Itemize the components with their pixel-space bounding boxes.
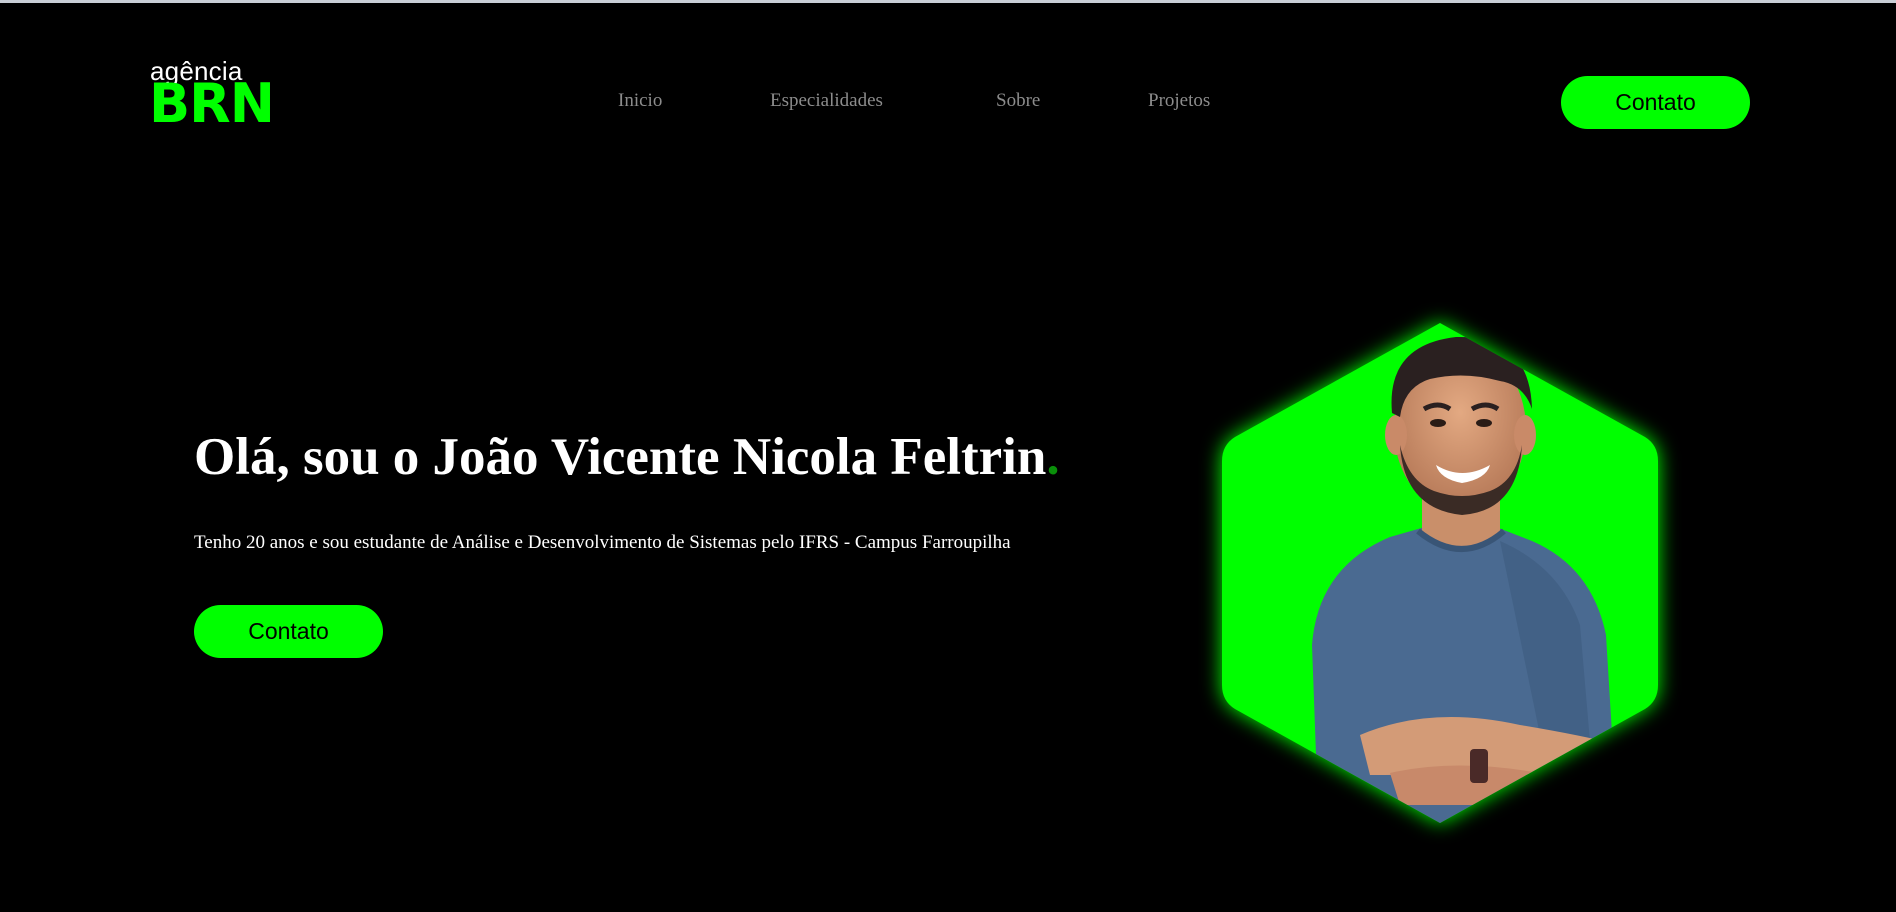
logo-brn-text: BRN (149, 72, 275, 135)
hero-title-dot: . (1046, 428, 1060, 486)
nav-link-inicio[interactable]: Inicio (618, 90, 662, 112)
brand-logo[interactable]: agência BRN (149, 58, 275, 132)
hero-subtitle: Tenho 20 anos e sou estudante de Análise… (194, 532, 1011, 553)
profile-portrait (1200, 305, 1680, 835)
window-top-border (0, 0, 1896, 3)
hero-title: Olá, sou o João Vicente Nicola Feltrin. (194, 426, 1060, 488)
nav-link-sobre[interactable]: Sobre (996, 90, 1040, 112)
header-contact-button[interactable]: Contato (1561, 76, 1750, 129)
portrait-image (1222, 323, 1658, 823)
nav-link-projetos[interactable]: Projetos (1148, 90, 1210, 112)
hero-contact-button[interactable]: Contato (194, 605, 383, 658)
hero-title-text: Olá, sou o João Vicente Nicola Feltrin (194, 428, 1047, 486)
nav-link-especialidades[interactable]: Especialidades (770, 90, 883, 112)
